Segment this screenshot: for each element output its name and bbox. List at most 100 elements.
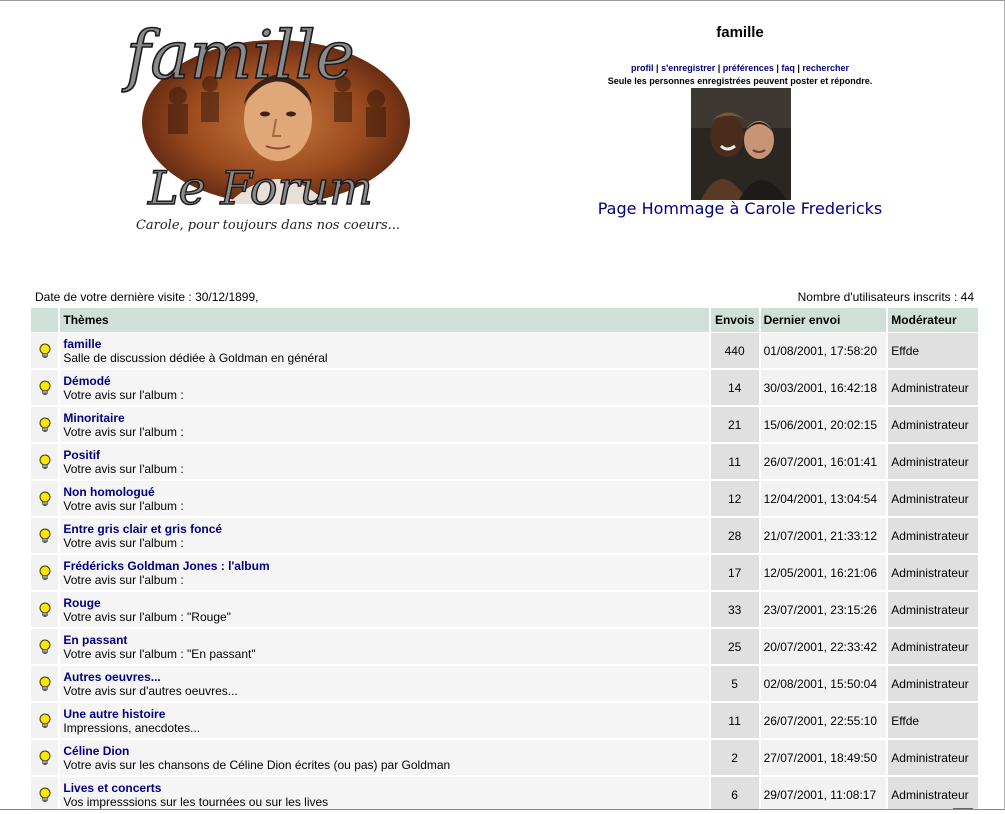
forum-status-cell [31,518,61,555]
forum-row: Démodé Votre avis sur l'album :14 30/03/20… [31,370,978,407]
nav-profil-link[interactable]: profil [631,63,654,73]
lightbulb-icon [38,639,52,655]
forum-logo[interactable]: famille Le Forum [118,4,418,220]
forum-description: Votre avis sur l'album : [63,535,184,550]
forum-status-cell [31,555,61,592]
forum-post-count: 12 [710,481,761,518]
forum-logo-image: famille Le Forum [120,16,410,216]
header-moderateur: Modérateur [888,308,978,333]
forum-name-link[interactable]: Entre gris clair et gris foncé [63,522,705,536]
forum-row: Autres oeuvres... Votre avis sur d'autres… [31,666,978,703]
forum-post-count: 5 [710,666,761,703]
forum-moderator: Administrateur [888,444,978,481]
forum-name-link[interactable]: Minoritaire [63,411,705,425]
site-title: famille [716,24,764,41]
forum-moderator: Administrateur [888,592,978,629]
forum-last-post: 27/07/2001, 18:49:50 [760,740,889,777]
forum-status-cell [31,740,61,777]
header-envois: Envois [710,308,761,333]
forum-last-post: 12/05/2001, 16:21:06 [760,555,889,592]
forum-name-link[interactable]: Démodé [63,374,705,388]
forum-theme-cell: Rouge Votre avis sur l'album : "Rouge" [60,592,711,629]
forum-post-count: 11 [710,444,761,481]
forum-description: Votre avis sur l'album : [63,387,184,402]
lightbulb-icon [38,528,52,544]
forum-last-post: 01/08/2001, 17:58:20 [760,333,889,370]
last-visit-text: Date de votre dernière visite : 30/12/18… [35,290,259,304]
forum-theme-cell: Entre gris clair et gris foncé Votre avis… [60,518,711,555]
lightbulb-icon [38,343,52,359]
forum-row: Rouge Votre avis sur l'album : "Rouge" 33 2… [31,592,978,629]
forum-moderator: Administrateur [888,666,978,703]
forum-name-link[interactable]: En passant [63,633,705,647]
lightbulb-icon [38,491,52,507]
forum-name-link[interactable]: Lives et concerts [63,781,705,795]
forum-name-link[interactable]: Positif [63,448,705,462]
forum-name-link[interactable]: Frédéricks Goldman Jones : l'album [63,559,705,573]
forum-last-post: 02/08/2001, 15:50:04 [760,666,889,703]
header-dernier-envoi: Dernier envoi [760,308,889,333]
forum-name-link[interactable]: Rouge [63,596,705,610]
forum-moderator: Administrateur [888,407,978,444]
forum-name-link[interactable]: Autres oeuvres... [63,670,705,684]
logo-title-bottom: Le Forum [147,161,373,215]
hommage-photo[interactable] [691,88,791,200]
forum-post-count: 21 [710,407,761,444]
forum-status-cell [31,666,61,703]
user-count-text: Nombre d'utilisateurs inscrits : 44 [797,290,974,304]
forum-status-cell [31,333,61,370]
forum-row: Minoritaire Votre avis sur l'album :21 15/… [31,407,978,444]
lightbulb-icon [38,713,52,729]
bottom-edge [0,809,1005,813]
nav-faq-link[interactable]: faq [781,63,795,73]
forum-last-post: 15/06/2001, 20:02:15 [760,407,889,444]
forum-last-post: 21/07/2001, 21:33:12 [760,518,889,555]
forum-description: Votre avis sur d'autres oeuvres... [63,683,238,698]
forum-description: Votre avis sur l'album : [63,498,184,513]
lightbulb-icon [38,676,52,692]
forum-moderator: Administrateur [888,370,978,407]
forum-status-cell [31,592,61,629]
registration-notice: Seule les personnes enregistrées peuvent… [607,76,873,86]
forum-status-cell [31,481,61,518]
forum-name-link[interactable]: famille [63,337,705,351]
forum-last-post: 23/07/2001, 23:15:26 [760,592,889,629]
forum-theme-cell: famille Salle de discussion dédiée à Gold… [60,333,711,370]
lightbulb-icon [38,417,52,433]
hommage-link[interactable]: Page Hommage à Carole Fredericks [560,199,920,218]
lightbulb-icon [38,380,52,396]
top-rule [0,0,1005,1]
forum-theme-cell: Autres oeuvres... Votre avis sur d'autres… [60,666,711,703]
lightbulb-icon [38,787,52,803]
forum-moderator: Administrateur [888,740,978,777]
forum-row: En passant Votre avis sur l'album : "En p… [31,629,978,666]
forum-theme-cell: Positif Votre avis sur l'album : [60,444,711,481]
forum-last-post: 26/07/2001, 16:01:41 [760,444,889,481]
forum-row: Entre gris clair et gris foncé Votre avis… [31,518,978,555]
forum-theme-cell: Céline Dion Votre avis sur les chansons d… [60,740,711,777]
nav-register-link[interactable]: s'enregistrer [661,63,715,73]
lightbulb-icon [38,454,52,470]
forum-moderator: Effde [888,333,978,370]
logo-title-top: famille [121,17,355,94]
forum-name-link[interactable]: Une autre histoire [63,707,705,721]
forum-moderator: Effde [888,703,978,740]
forum-name-link[interactable]: Non homologué [63,485,705,499]
forum-row: Positif Votre avis sur l'album :11 26/07/2… [31,444,978,481]
nav-preferences-link[interactable]: préférences [723,63,774,73]
forum-description: Votre avis sur l'album : [63,461,184,476]
forum-description: Votre avis sur les chansons de Céline Di… [63,757,451,772]
forum-name-link[interactable]: Céline Dion [63,744,705,758]
forum-row: Non homologué Votre avis sur l'album :12 1… [31,481,978,518]
header-themes: Thèmes [60,308,711,333]
forum-moderator: Administrateur [888,555,978,592]
forum-moderator: Administrateur [888,629,978,666]
lightbulb-icon [38,565,52,581]
forum-row: Frédéricks Goldman Jones : l'album Votre … [31,555,978,592]
forum-moderator: Administrateur [888,481,978,518]
nav-search-link[interactable]: rechercher [802,63,849,73]
forum-theme-cell: Minoritaire Votre avis sur l'album : [60,407,711,444]
forum-post-count: 28 [710,518,761,555]
forum-status-cell [31,407,61,444]
forum-post-count: 33 [710,592,761,629]
